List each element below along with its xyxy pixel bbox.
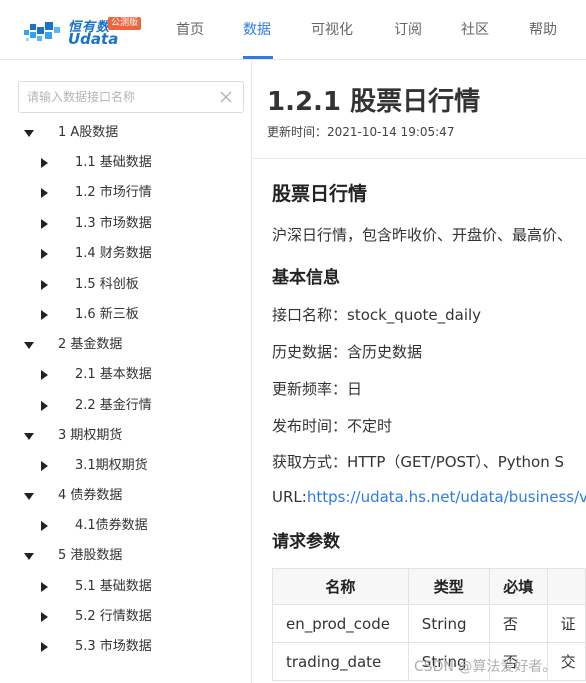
params-title: 请求参数 <box>272 532 340 552</box>
top-header: 恒有数 公测版 Udata 首页 数据 可视化 订阅 社区 帮助 <box>0 0 586 60</box>
caret-right-icon <box>41 612 48 622</box>
page-title: 1.2.1 股票日行情 <box>267 87 481 117</box>
col-header-name: 名称 <box>272 568 409 605</box>
caret-right-icon <box>41 310 48 320</box>
nav-home[interactable]: 首页 <box>176 0 204 60</box>
tree-item-label: 1.1 基础数据 <box>75 155 152 170</box>
tree-group-fund[interactable]: 2 基金数据 <box>24 334 224 356</box>
caret-right-icon <box>41 188 48 198</box>
info-access-method: 获取方式：HTTP（GET/POST）、Python S <box>272 453 565 471</box>
tree-group-label: 4 债券数据 <box>58 488 123 503</box>
col-header-type: 类型 <box>407 568 490 605</box>
tree-item-label: 1.4 财务数据 <box>75 246 152 261</box>
update-time: 更新时间：2021-10-14 19:05:47 <box>267 125 455 139</box>
beta-badge: 公测版 <box>108 17 142 30</box>
tree-item[interactable]: 5.3 市场数据 <box>41 636 241 658</box>
watermark: CSDN @算法爱好者。 <box>414 659 557 675</box>
info-history: 历史数据：含历史数据 <box>272 343 423 361</box>
tree-item[interactable]: 1.3 市场数据 <box>41 213 241 235</box>
tree-group-options-futures[interactable]: 3 期权期货 <box>24 425 224 447</box>
logo[interactable]: 恒有数 公测版 Udata <box>22 14 142 48</box>
cell-name: trading_date <box>272 642 409 681</box>
col-header-required: 必填 <box>488 568 548 605</box>
description: 沪深日行情，包含昨收价、开盘价、最高价、 <box>272 226 573 244</box>
caret-right-icon <box>41 219 48 229</box>
tree-item[interactable]: 1.6 新三板 <box>41 304 241 326</box>
caret-down-icon <box>24 433 34 440</box>
clear-icon[interactable] <box>219 90 233 104</box>
caret-right-icon <box>41 158 48 168</box>
tree-item[interactable]: 4.1债券数据 <box>41 515 241 537</box>
tree-item[interactable]: 3.1期权期货 <box>41 455 241 477</box>
logo-mark-icon <box>24 22 60 41</box>
caret-down-icon <box>24 493 34 500</box>
caret-right-icon <box>41 582 48 592</box>
caret-right-icon <box>41 401 48 411</box>
section-title: 股票日行情 <box>272 183 368 205</box>
sidebar: 1 A股数据 1.1 基础数据 1.2 市场行情 1.3 市场数据 1.4 财务… <box>0 61 252 683</box>
info-release-time: 发布时间：不定时 <box>272 417 393 435</box>
tree-item-label: 5.2 行情数据 <box>75 609 152 624</box>
tree-item-label: 3.1期权期货 <box>75 458 148 473</box>
tree-group-label: 2 基金数据 <box>58 337 123 352</box>
basic-info-title: 基本信息 <box>272 268 340 288</box>
tree-item[interactable]: 2.2 基金行情 <box>41 395 241 417</box>
caret-right-icon <box>41 461 48 471</box>
tree-item-label: 5.1 基础数据 <box>75 579 152 594</box>
caret-down-icon <box>24 130 34 137</box>
tree-item-label: 5.3 市场数据 <box>75 639 152 654</box>
nav-help[interactable]: 帮助 <box>529 0 557 60</box>
caret-right-icon <box>41 280 48 290</box>
caret-down-icon <box>24 342 34 349</box>
nav-data[interactable]: 数据 <box>243 0 271 60</box>
tree-group-label: 5 港股数据 <box>58 548 123 563</box>
caret-right-icon <box>41 249 48 259</box>
nav-visualization[interactable]: 可视化 <box>311 0 353 60</box>
tree-item-label: 4.1债券数据 <box>75 518 148 533</box>
table-row: en_prod_code String 否 证 <box>272 604 586 643</box>
nav-subscribe[interactable]: 订阅 <box>394 0 422 60</box>
tree-item-label: 1.2 市场行情 <box>75 185 152 200</box>
main-content: 1.2.1 股票日行情 更新时间：2021-10-14 19:05:47 股票日… <box>253 61 586 683</box>
search-input[interactable] <box>19 82 215 112</box>
cell-name: en_prod_code <box>272 604 409 643</box>
tree-group-hk-stocks[interactable]: 5 港股数据 <box>24 545 224 567</box>
tree-item[interactable]: 1.4 财务数据 <box>41 243 241 265</box>
divider <box>253 158 586 159</box>
tree-group-label: 3 期权期货 <box>58 428 123 443</box>
tree-item[interactable]: 2.1 基本数据 <box>41 364 241 386</box>
search-box <box>18 81 244 113</box>
url-label: URL: <box>272 488 307 506</box>
logo-text-en: Udata <box>68 30 119 48</box>
cell-type: String <box>407 604 490 643</box>
tree-group-label: 1 A股数据 <box>58 125 119 140</box>
caret-right-icon <box>41 521 48 531</box>
active-nav-underline <box>243 56 273 59</box>
info-api-name: 接口名称：stock_quote_daily <box>272 306 482 324</box>
col-header-desc <box>546 568 586 605</box>
info-url: URL:https://udata.hs.net/udata/business/… <box>272 488 586 506</box>
url-link[interactable]: https://udata.hs.net/udata/business/v1/a <box>307 488 586 506</box>
caret-right-icon <box>41 642 48 652</box>
tree-item[interactable]: 1.5 科创板 <box>41 274 241 296</box>
tree-item-label: 1.5 科创板 <box>75 277 139 292</box>
tree-item-label: 2.1 基本数据 <box>75 367 152 382</box>
tree-item[interactable]: 1.2 市场行情 <box>41 182 241 204</box>
caret-right-icon <box>41 370 48 380</box>
tree-item[interactable]: 5.1 基础数据 <box>41 576 241 598</box>
table-header-row: 名称 类型 必填 <box>272 568 586 605</box>
tree-item[interactable]: 1.1 基础数据 <box>41 152 241 174</box>
cell-required: 否 <box>488 604 548 643</box>
info-frequency: 更新频率：日 <box>272 380 363 398</box>
caret-down-icon <box>24 553 34 560</box>
tree-group-a-share[interactable]: 1 A股数据 <box>24 122 224 144</box>
tree-group-bonds[interactable]: 4 债券数据 <box>24 485 224 507</box>
tree-item-label: 1.6 新三板 <box>75 307 139 322</box>
cell-desc: 证 <box>546 604 586 643</box>
tree-item-label: 1.3 市场数据 <box>75 216 152 231</box>
nav-community[interactable]: 社区 <box>461 0 489 60</box>
tree-item-label: 2.2 基金行情 <box>75 398 152 413</box>
tree-item[interactable]: 5.2 行情数据 <box>41 606 241 628</box>
